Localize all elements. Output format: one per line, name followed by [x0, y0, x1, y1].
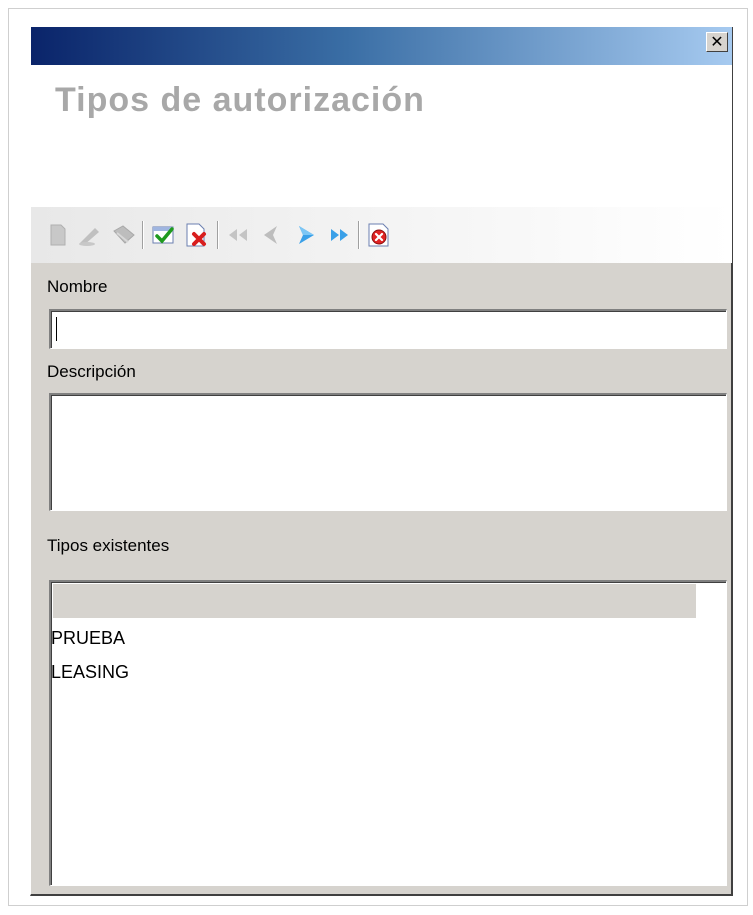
list-item[interactable]: PRUEBA	[51, 628, 125, 649]
edit-icon	[79, 228, 99, 246]
first-record-button[interactable]	[225, 222, 251, 248]
tipos-existentes-list[interactable]: PRUEBA LEASING	[49, 580, 727, 886]
toolbar-separator	[217, 221, 219, 249]
close-icon: ✕	[710, 32, 724, 51]
toolbar-separator	[358, 221, 360, 249]
cancel-button[interactable]	[184, 222, 210, 248]
accept-icon	[152, 226, 174, 244]
descripcion-textarea[interactable]	[49, 393, 727, 511]
previous-record-icon	[264, 226, 277, 244]
dialog-window: ✕ Tipos de autorización Nombre Descripci…	[30, 27, 733, 896]
toolbar	[31, 207, 732, 263]
text-caret	[56, 317, 57, 341]
cancel-icon	[186, 223, 206, 247]
list-item[interactable]: LEASING	[51, 662, 129, 683]
last-record-button[interactable]	[327, 222, 353, 248]
accept-button[interactable]	[151, 222, 177, 248]
list-header-row[interactable]	[53, 584, 696, 618]
tipos-existentes-label: Tipos existentes	[47, 536, 170, 555]
first-record-icon	[229, 229, 247, 241]
new-icon	[50, 224, 66, 246]
title-bar: ✕	[31, 27, 732, 65]
descripcion-label: Descripción	[47, 362, 136, 381]
toolbar-separator	[142, 221, 144, 249]
header-area: Tipos de autorización	[31, 65, 732, 207]
delete-icon	[113, 225, 135, 244]
close-window-button[interactable]: ✕	[706, 32, 728, 52]
next-record-button[interactable]	[293, 222, 319, 248]
delete-button[interactable]	[111, 222, 137, 248]
nombre-label: Nombre	[47, 277, 108, 296]
next-record-icon	[299, 226, 314, 244]
nombre-input[interactable]	[49, 309, 727, 349]
close-form-button[interactable]	[366, 222, 392, 248]
previous-record-button[interactable]	[259, 222, 285, 248]
new-button[interactable]	[45, 222, 71, 248]
page-title: Tipos de autorización	[55, 81, 425, 119]
last-record-icon	[331, 229, 348, 241]
close-form-icon	[368, 223, 389, 247]
edit-button[interactable]	[77, 222, 103, 248]
